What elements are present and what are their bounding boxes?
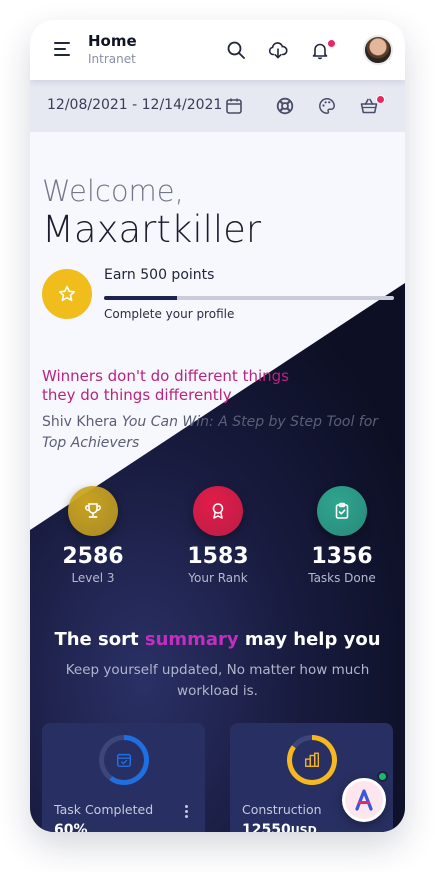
card-value-number: 60% — [54, 822, 88, 832]
page-title: Home — [88, 32, 137, 50]
card-value-number: 12550 — [242, 822, 291, 832]
points-goal-label: Earn 500 points — [104, 267, 215, 283]
welcome-text: Welcome, — [42, 174, 184, 208]
page-subtitle: Intranet — [88, 52, 136, 66]
summary-title-end: may help you — [238, 629, 381, 650]
card-value-unit: USD — [290, 824, 317, 832]
star-badge — [42, 269, 92, 319]
support-icon[interactable] — [275, 96, 295, 116]
cart-notification-dot — [376, 95, 385, 104]
search-icon[interactable] — [226, 40, 246, 60]
star-icon — [58, 285, 76, 302]
card-value: 12550USD — [242, 822, 317, 832]
profile-progress-fill — [104, 296, 177, 300]
notification-dot — [327, 39, 336, 48]
main-content: Welcome, Maxartkiller Earn 500 points Co… — [30, 132, 405, 832]
stat-value: 1356 — [311, 544, 373, 569]
date-range-picker[interactable]: 12/08/2021 - 12/14/2021 — [47, 97, 222, 113]
building-icon — [305, 752, 319, 767]
cloud-download-icon[interactable] — [268, 40, 288, 60]
progress-ring — [99, 735, 149, 785]
date-range-bar: 12/08/2021 - 12/14/2021 — [30, 80, 405, 132]
calendar-check-icon — [116, 753, 132, 768]
clipboard-check-icon — [317, 486, 367, 536]
online-status-dot — [377, 771, 388, 782]
stat-rank[interactable]: 1583 Your Rank — [163, 486, 273, 585]
stat-value: 2586 — [62, 544, 124, 569]
stat-label: Level 3 — [71, 571, 115, 585]
summary-subtitle: Keep yourself updated, No matter how muc… — [65, 662, 370, 699]
stat-value: 1583 — [187, 544, 249, 569]
calendar-icon[interactable] — [224, 96, 244, 116]
menu-icon[interactable] — [54, 42, 70, 56]
palette-icon[interactable] — [317, 96, 337, 116]
avatar[interactable] — [363, 35, 393, 65]
stat-label: Your Rank — [188, 571, 248, 585]
logo-a-icon — [355, 789, 373, 811]
progress-ring — [287, 735, 337, 785]
quote-source: Shiv Khera You Can Win: A Step by Step T… — [42, 412, 402, 454]
quote-author: Shiv Khera — [42, 414, 118, 430]
summary-title-highlight: summary — [144, 629, 239, 650]
stat-level[interactable]: 2586 Level 3 — [38, 486, 148, 585]
summary-title: The sort summary may help you — [30, 629, 405, 650]
complete-profile-link[interactable]: Complete your profile — [104, 307, 234, 321]
assistant-fab[interactable] — [342, 778, 386, 822]
quote-text: Winners don't do different things they d… — [42, 367, 289, 404]
user-name: Maxartkiller — [42, 208, 262, 251]
card-title: Task Completed — [54, 802, 154, 817]
stat-tasks[interactable]: 1356 Tasks Done — [287, 486, 397, 585]
more-options-icon[interactable] — [183, 805, 189, 820]
profile-progress-bar — [104, 296, 394, 300]
task-completed-card[interactable]: Task Completed 60% — [42, 723, 205, 832]
card-value: 60% — [54, 822, 88, 832]
phone-screen: Home Intranet 12/08/2021 - 12/14/2021 We… — [30, 20, 405, 832]
app-header: Home Intranet — [30, 20, 405, 80]
stat-label: Tasks Done — [308, 571, 376, 585]
card-title: Construction — [242, 802, 322, 817]
award-icon — [193, 486, 243, 536]
trophy-icon — [68, 486, 118, 536]
summary-title-start: The sort — [54, 629, 145, 650]
